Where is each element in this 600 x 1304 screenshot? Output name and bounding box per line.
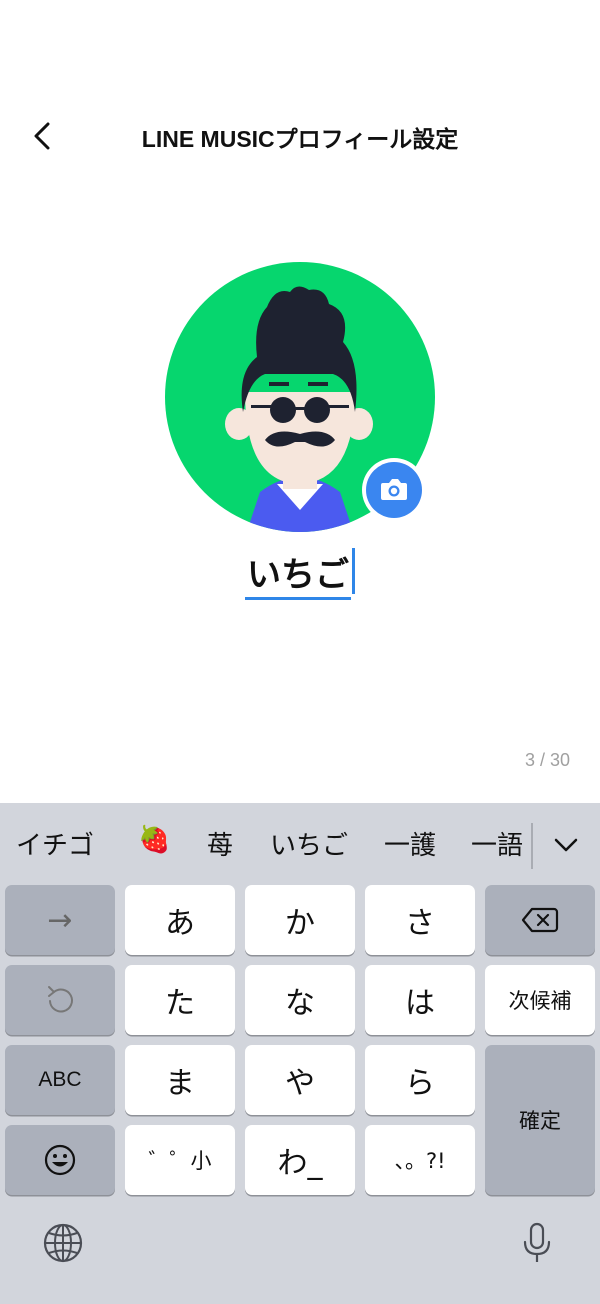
punctuation-key[interactable]: 、。?! — [365, 1125, 475, 1195]
text-caret — [352, 548, 355, 594]
microphone-icon — [523, 1222, 551, 1262]
key-a[interactable]: あ — [125, 885, 235, 955]
candidate-item[interactable]: 🍓 — [138, 825, 170, 855]
character-counter: 3 / 30 — [524, 750, 570, 770]
delete-key[interactable] — [485, 885, 595, 955]
key-wa[interactable]: わ_ — [245, 1125, 355, 1195]
emoji-icon — [44, 1144, 76, 1176]
expand-candidates-button[interactable] — [548, 827, 584, 863]
name-input[interactable]: いちご — [0, 548, 600, 608]
key-ka[interactable]: か — [245, 885, 355, 955]
dakuten-key[interactable]: ゛゜小 — [125, 1125, 235, 1195]
next-candidate-key[interactable]: 次候補 — [485, 965, 595, 1035]
keyboard-switch-button[interactable] — [38, 1218, 88, 1268]
name-composing-text: いちご — [245, 555, 351, 600]
undo-key[interactable] — [5, 965, 115, 1035]
abc-key[interactable]: ABC — [5, 1045, 115, 1115]
key-ra[interactable]: ら — [365, 1045, 475, 1115]
arrow-right-icon: → — [47, 902, 73, 938]
candidate-item[interactable]: イチゴ — [16, 825, 94, 862]
chevron-down-icon — [554, 838, 578, 852]
arrow-key[interactable]: → — [5, 885, 115, 955]
candidate-item[interactable]: 苺 — [207, 825, 233, 862]
change-photo-button[interactable] — [362, 458, 426, 522]
dictation-button[interactable] — [512, 1218, 562, 1268]
camera-icon — [381, 479, 407, 500]
key-na[interactable]: な — [245, 965, 355, 1035]
backspace-icon — [521, 907, 559, 933]
key-ha[interactable]: は — [365, 965, 475, 1035]
key-ma[interactable]: ま — [125, 1045, 235, 1115]
key-sa[interactable]: さ — [365, 885, 475, 955]
confirm-key[interactable]: 確定 — [485, 1045, 595, 1195]
page-title: LINE MUSICプロフィール設定 — [141, 126, 459, 152]
candidate-item[interactable]: いちご — [270, 825, 348, 862]
candidate-item[interactable]: 一語 — [471, 825, 523, 862]
undo-icon — [48, 986, 73, 1013]
key-ya[interactable]: や — [245, 1045, 355, 1115]
candidate-bar: イチゴ 🍓 苺 いちご 一護 一語 — [0, 803, 600, 883]
candidate-divider — [531, 823, 533, 869]
candidate-item[interactable]: 一護 — [384, 825, 436, 862]
globe-icon — [43, 1223, 83, 1263]
emoji-key[interactable] — [5, 1125, 115, 1195]
header: LINE MUSICプロフィール設定 — [0, 100, 600, 170]
key-ta[interactable]: た — [125, 965, 235, 1035]
